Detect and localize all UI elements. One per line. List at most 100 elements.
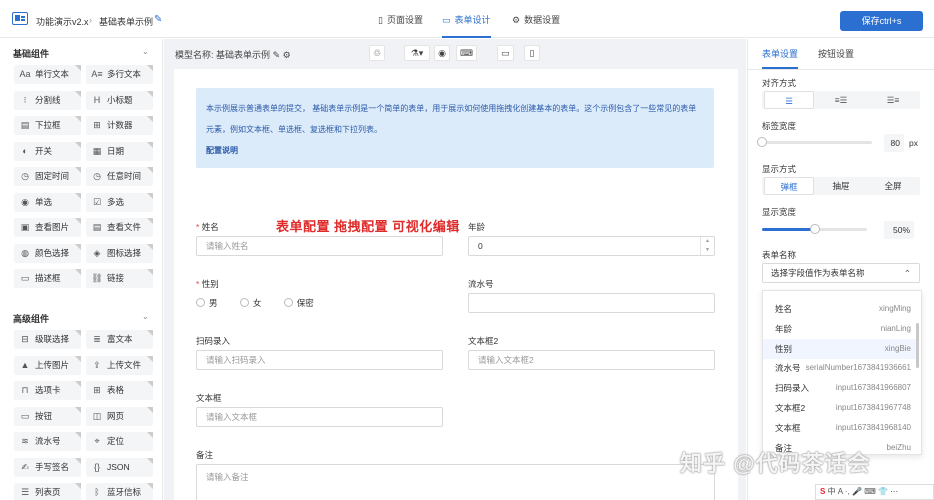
component-item[interactable]: ◫ 网页 — [86, 406, 153, 426]
radio-female[interactable]: 女 — [239, 298, 261, 308]
form-name-select[interactable]: 选择字段值作为表单名称 ⌃ — [762, 263, 920, 283]
mobile-icon[interactable]: ▯ — [524, 45, 540, 61]
serial-input[interactable] — [468, 293, 715, 313]
align-left-icon[interactable]: ≡☰ — [816, 91, 866, 109]
top-bar: 功能演示v2.x › 基础表单示例 ✎ ▯ 页面设置 ▭ 表单设计 ⚙ 数据设置 保存… — [0, 0, 934, 38]
component-item[interactable]: ≋ 流水号 — [14, 432, 81, 451]
ime-toolbar: S 中 A ·, 🎤 ⌨ 👕 ⋯ — [815, 484, 934, 500]
component-item[interactable]: ✍ 手写签名 — [14, 457, 81, 477]
component-item[interactable]: ▭ 描述框 — [14, 269, 81, 288]
field-dropdown: 姓名 xingMing 年龄 nianLing 性别 xingBie 流水号 serialNu… — [762, 290, 922, 455]
component-item[interactable]: ▲ 上传图片 — [14, 355, 81, 375]
textbox-input[interactable]: 请输入文本框 — [196, 407, 443, 427]
display-width-slider[interactable] — [762, 224, 867, 234]
radio-male[interactable]: 男 — [196, 298, 218, 308]
text2-input[interactable]: 请输入文本框2 — [468, 350, 715, 370]
dropdown-option[interactable]: 文本框 input1673841968140 — [763, 418, 917, 438]
tab-page-settings[interactable]: ▯ 页面设置 — [378, 0, 423, 38]
age-input[interactable]: 0 ▲ ▼ — [468, 236, 715, 256]
display-mode-fullscreen[interactable]: 全屏 — [868, 177, 918, 195]
component-item[interactable]: {} JSON — [86, 457, 153, 477]
edit-icon[interactable]: ✎ — [273, 50, 281, 60]
component-item[interactable]: Aa 单行文本 — [14, 65, 81, 84]
component-item[interactable]: ▣ 查看图片 — [14, 218, 81, 237]
component-item[interactable]: ⁝ 分割线 — [14, 90, 81, 110]
keyboard-icon[interactable]: ⌨ — [456, 45, 477, 61]
clear-icon[interactable]: ♲ — [369, 45, 386, 61]
chevron-down-icon[interactable]: ⌄ — [142, 47, 149, 56]
component-item[interactable]: ☑ 多选 — [86, 192, 153, 212]
component-item[interactable]: ◈ 图标选择 — [86, 243, 153, 263]
stepper-arrows-icon[interactable]: ▲ ▼ — [700, 237, 714, 255]
component-item[interactable]: ◉ 单选 — [14, 192, 81, 212]
component-item[interactable]: ◍ 颜色选择 — [14, 243, 81, 263]
chevron-down-icon[interactable]: ⌄ — [142, 312, 149, 321]
tab-form-design[interactable]: ▭ 表单设计 — [442, 0, 491, 38]
component-item[interactable]: ⊓ 选项卡 — [14, 381, 81, 400]
display-mode-dialog[interactable]: 弹框 — [764, 177, 814, 195]
tab-data-settings[interactable]: ⚙ 数据设置 — [512, 0, 560, 38]
component-item[interactable]: A≡ 多行文本 — [86, 65, 153, 84]
slider-knob[interactable] — [757, 137, 767, 147]
description-icon: ▭ — [20, 273, 30, 283]
name-input[interactable]: 请输入姓名 — [196, 236, 443, 256]
desktop-icon[interactable]: ▭ — [497, 45, 514, 61]
component-item[interactable]: ⇪ 上传文件 — [86, 355, 153, 375]
component-item[interactable]: ≣ 富文本 — [86, 330, 153, 349]
component-item[interactable]: ⊟ 级联选择 — [14, 330, 81, 349]
component-item[interactable]: ☰ 列表页 — [14, 483, 81, 500]
json-icon: {} — [93, 461, 100, 472]
display-mode-drawer[interactable]: 抽屉 — [816, 177, 866, 195]
component-label: 流水号 — [35, 436, 61, 446]
component-item[interactable]: ⊞ 计数器 — [86, 116, 153, 135]
scan-label: 扫码录入 — [196, 336, 231, 346]
component-item[interactable]: ◷ 任意时间 — [86, 167, 153, 186]
dropdown-option[interactable]: 文本框2 input1673841967748 — [763, 398, 917, 418]
component-label: JSON — [107, 461, 130, 472]
dropdown-option[interactable]: 扫码录入 input1673841966807 — [763, 378, 917, 398]
align-right-icon[interactable]: ☰≡ — [868, 91, 918, 109]
cleaner-icon[interactable]: ⚗▾ — [404, 45, 430, 61]
serial-icon: ≋ — [21, 436, 29, 446]
component-item[interactable]: ▤ 下拉框 — [14, 116, 81, 135]
advanced-group-title[interactable]: 高级组件 — [13, 312, 49, 325]
display-width-value[interactable]: 50% — [884, 221, 914, 239]
component-item[interactable]: H 小标题 — [86, 90, 153, 110]
component-item[interactable]: ▭ 按钮 — [14, 406, 81, 426]
dropdown-option[interactable]: 流水号 serialNumber1673841936661 — [763, 358, 917, 378]
radio-secret[interactable]: 保密 — [283, 298, 314, 308]
text2-label: 文本框2 — [468, 336, 499, 346]
scrollbar[interactable] — [916, 323, 919, 368]
component-item[interactable]: ⊞ 表格 — [86, 381, 153, 400]
scan-input[interactable]: 请输入扫码录入 — [196, 350, 443, 370]
remark-textarea[interactable]: 请输入备注 — [196, 464, 715, 500]
component-item[interactable]: ⛓ 链接 — [86, 269, 153, 288]
component-item[interactable]: ▤ 查看文件 — [86, 218, 153, 237]
dropdown-option[interactable]: 年龄 nianLing — [763, 319, 917, 339]
tab-button-settings[interactable]: 按钮设置 — [818, 47, 854, 69]
settings-icon[interactable]: ⚙ — [283, 50, 291, 60]
app-name[interactable]: 功能演示v2.x — [36, 15, 89, 28]
design-canvas: 模型名称: 基础表单示例 ✎ ⚙ ♲ ⚗▾ ◉ ⌨ ▭ ▯ 本示例展示普通表单的… — [164, 39, 746, 500]
edit-icon[interactable]: ✎ — [154, 14, 162, 25]
label-width-value[interactable]: 80 — [884, 134, 904, 152]
basic-group-title[interactable]: 基础组件 — [13, 47, 49, 60]
label-width-slider[interactable] — [757, 137, 872, 147]
heading-icon: H — [93, 94, 101, 105]
component-item[interactable]: ᛒ 蓝牙信标 — [86, 483, 153, 500]
component-item[interactable]: ⌖ 定位 — [86, 432, 153, 451]
dropdown-option[interactable]: 姓名 xingMing — [763, 299, 917, 319]
age-label: 年龄 — [468, 222, 486, 232]
component-item[interactable]: ◐ 开关 — [14, 141, 81, 161]
save-button[interactable]: 保存ctrl+s — [840, 11, 923, 31]
eye-icon[interactable]: ◉ — [434, 45, 450, 61]
calendar-icon: ▦ — [92, 145, 102, 156]
component-item[interactable]: ◷ 固定时间 — [14, 167, 81, 186]
component-item[interactable]: ▦ 日期 — [86, 141, 153, 161]
config-guide-link[interactable]: 配置说明 — [206, 146, 238, 155]
dropdown-option[interactable]: 性别 xingBie — [763, 338, 917, 359]
tab-form-settings[interactable]: 表单设置 — [762, 47, 799, 69]
align-top-icon[interactable]: ☰ — [764, 91, 814, 109]
slider-knob[interactable] — [809, 224, 820, 234]
component-label: 级联选择 — [35, 334, 70, 344]
